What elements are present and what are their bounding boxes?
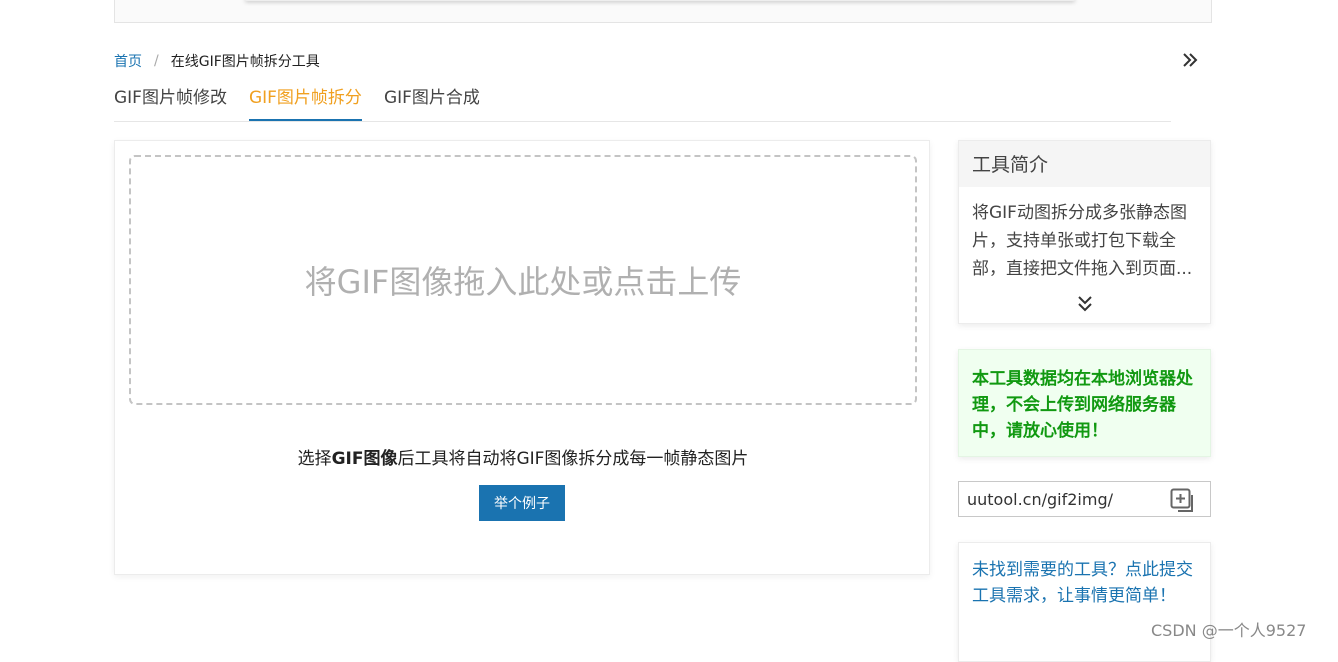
tool-tabs: GIF图片帧修改 GIF图片帧拆分 GIF图片合成	[114, 84, 1171, 122]
breadcrumb-home-link[interactable]: 首页	[114, 51, 142, 71]
instruction-bold: GIF图像	[331, 449, 398, 469]
instruction-text: 选择GIF图像后工具将自动将GIF图像拆分成每一帧静态图片	[115, 444, 931, 469]
copy-icon[interactable]	[1170, 488, 1198, 514]
privacy-notice-text: 本工具数据均在本地浏览器处理，不会上传到网络服务器中，请放心使用！	[972, 369, 1193, 441]
intro-text: 将GIF动图拆分成多张静态图片，支持单张或打包下载全部，直接把文件拖入到页面..…	[972, 203, 1193, 279]
intro-title: 工具简介	[959, 141, 1210, 187]
dropzone-label: 将GIF图像拖入此处或点击上传	[304, 263, 742, 301]
main-panel: 将GIF图像拖入此处或点击上传 选择GIF图像后工具将自动将GIF图像拆分成每一…	[114, 140, 930, 575]
breadcrumb-separator: /	[154, 53, 159, 69]
tool-request-link[interactable]: 未找到需要的工具？点此提交工具需求，让事情更简单！	[972, 557, 1198, 609]
privacy-notice: 本工具数据均在本地浏览器处理，不会上传到网络服务器中，请放心使用！	[958, 349, 1211, 457]
example-button[interactable]: 举个例子	[479, 485, 565, 521]
double-chevron-down-icon[interactable]	[1077, 294, 1093, 314]
tool-intro-card: 工具简介 将GIF动图拆分成多张静态图片，支持单张或打包下载全部，直接把文件拖入…	[958, 140, 1211, 324]
top-bar-shadow	[245, 0, 1075, 1]
tab-gif-frame-split[interactable]: GIF图片帧拆分	[248, 84, 362, 121]
double-chevron-right-icon[interactable]	[1180, 50, 1200, 70]
instruction-suffix: 后工具将自动将GIF图像拆分成每一帧静态图片	[397, 449, 749, 469]
url-field[interactable]: uutool.cn/gif2img/	[958, 481, 1211, 517]
breadcrumb-current: 在线GIF图片帧拆分工具	[170, 54, 320, 70]
csdn-watermark: CSDN @一个人9527	[1151, 621, 1307, 640]
tab-gif-compose[interactable]: GIF图片合成	[384, 84, 480, 121]
breadcrumb: 首页 / 在线GIF图片帧拆分工具	[114, 51, 320, 71]
upload-dropzone[interactable]: 将GIF图像拖入此处或点击上传	[129, 155, 917, 405]
tab-gif-frame-edit[interactable]: GIF图片帧修改	[114, 84, 227, 121]
tool-request-card: 未找到需要的工具？点此提交工具需求，让事情更简单！	[958, 542, 1211, 662]
top-bar	[114, 0, 1212, 23]
instruction-prefix: 选择	[297, 449, 332, 469]
url-text: uutool.cn/gif2img/	[967, 489, 1113, 509]
